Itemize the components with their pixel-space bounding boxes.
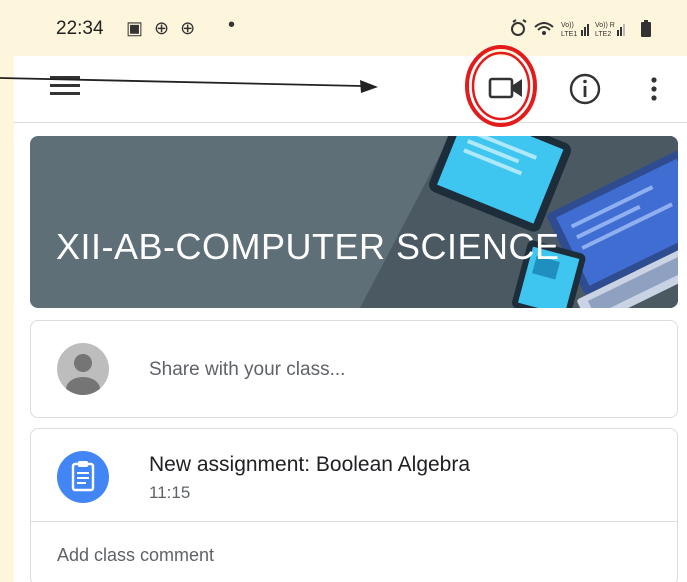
svg-text:Vo)): Vo)) (561, 22, 574, 29)
system-status-icons: Vo)) LTE1 Vo)) R LTE2 (509, 18, 669, 40)
assignment-time: 11:15 (149, 483, 191, 502)
status-time: 22:34 (56, 18, 104, 39)
assignment-icon (57, 451, 109, 503)
add-class-comment-link[interactable]: Add class comment (57, 545, 214, 566)
divider (31, 521, 677, 522)
video-camera-icon[interactable] (486, 68, 530, 108)
svg-text:Vo)) R: Vo)) R (595, 22, 615, 29)
share-card[interactable]: Share with your class... (30, 320, 678, 418)
status-bar: 22:34 ▣ ⊕ ⊕ • Vo)) LTE1 Vo)) R LTE2 (14, 0, 687, 56)
assignment-post-card[interactable]: New assignment: Boolean Algebra 11:15 Ad… (30, 428, 678, 582)
info-icon[interactable] (566, 70, 604, 108)
more-vertical-icon[interactable] (644, 70, 664, 108)
devices-illustration (360, 136, 678, 308)
hamburger-menu-icon[interactable] (50, 76, 80, 100)
signal-lte2-icon: Vo)) R LTE2 (595, 22, 625, 38)
notification-icons: ▣ ⊕ ⊕ (126, 18, 199, 38)
app-bar (14, 56, 687, 123)
class-title: XII-AB-COMPUTER SCIENCE (56, 226, 560, 267)
svg-text:LTE2: LTE2 (595, 31, 611, 38)
avatar (57, 343, 109, 395)
svg-text:LTE1: LTE1 (561, 31, 577, 38)
signal-lte1-icon: Vo)) LTE1 (561, 22, 589, 38)
alarm-icon (511, 19, 527, 36)
dot-icon: • (228, 14, 236, 36)
battery-icon (641, 20, 651, 37)
wifi-icon (534, 22, 554, 35)
share-input[interactable]: Share with your class... (149, 359, 345, 381)
assignment-title[interactable]: New assignment: Boolean Algebra (149, 453, 470, 477)
phone-screen: 22:34 ▣ ⊕ ⊕ • Vo)) LTE1 Vo)) R LTE2 XII-… (14, 0, 687, 582)
class-banner[interactable]: XII-AB-COMPUTER SCIENCE (30, 136, 678, 308)
